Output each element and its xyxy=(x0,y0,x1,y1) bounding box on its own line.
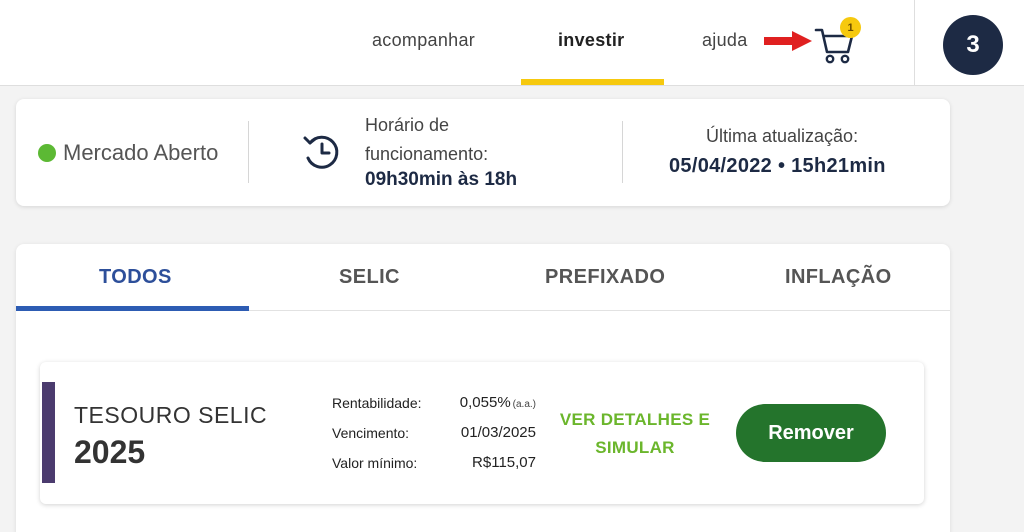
last-update-label: Última atualização: xyxy=(706,126,859,146)
yield-value: 0,055% (a.a.) xyxy=(406,394,536,411)
bond-card: TESOURO SELIC 2025 Rentabilidade: 0,055%… xyxy=(40,362,924,504)
last-update-value: 05/04/2022 • 15h21min xyxy=(669,155,886,177)
market-open-indicator xyxy=(38,144,56,162)
remove-button[interactable]: Remover xyxy=(736,404,886,462)
nav-investir[interactable]: investir xyxy=(558,30,624,51)
yield-amount: 0,055% xyxy=(459,394,511,411)
tab-active-indicator xyxy=(16,306,249,311)
nav-acompanhar[interactable]: acompanhar xyxy=(372,30,475,51)
yield-unit: (a.a.) xyxy=(512,399,536,410)
tab-selic[interactable]: SELIC xyxy=(339,266,400,289)
min-value-amount: R$115,07 xyxy=(472,454,536,471)
market-status-card: Mercado Aberto Horário de funcionamento:… xyxy=(16,99,950,206)
hours-label: Horário de funcionamento: xyxy=(365,115,489,164)
min-value-label: Valor mínimo: xyxy=(332,455,418,471)
top-navbar: acompanhar investir ajuda 1 3 xyxy=(0,0,1024,86)
status-divider xyxy=(248,121,249,183)
bond-year: 2025 xyxy=(74,434,146,470)
tab-inflacao[interactable]: INFLAÇÃO xyxy=(785,266,892,289)
nav-ajuda[interactable]: ajuda xyxy=(702,30,748,51)
view-details-link[interactable]: VER DETALHES E SIMULAR xyxy=(555,406,715,462)
tab-prefixado[interactable]: PREFIXADO xyxy=(545,266,665,289)
nav-divider xyxy=(914,0,915,86)
hours-value: 09h30min às 18h xyxy=(365,169,518,190)
right-arrow-icon xyxy=(764,31,812,51)
cart-count-badge: 1 xyxy=(840,17,861,38)
maturity-label: Vencimento: xyxy=(332,425,410,441)
user-avatar-button[interactable]: 3 xyxy=(943,15,1003,75)
maturity-value: 01/03/2025 xyxy=(460,424,536,441)
bond-category-stripe xyxy=(42,382,55,483)
status-divider xyxy=(622,121,623,183)
bond-name: TESOURO SELIC xyxy=(74,402,268,428)
tab-todos[interactable]: TODOS xyxy=(99,266,172,289)
market-status-label: Mercado Aberto xyxy=(63,140,219,165)
nav-active-underline xyxy=(521,79,664,85)
bond-list-panel: TODOS SELIC PREFIXADO INFLAÇÃO TESOURO S… xyxy=(16,244,950,532)
clock-history-icon xyxy=(303,135,339,169)
